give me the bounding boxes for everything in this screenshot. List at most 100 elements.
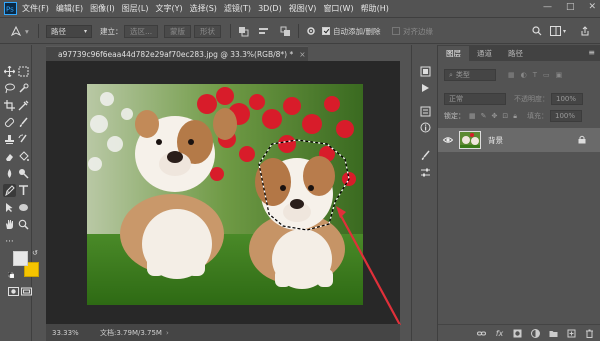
menu-help[interactable]: 帮助(H): [361, 3, 389, 14]
auto-add-delete-checkbox[interactable]: 自动添加/删除: [322, 24, 381, 38]
ps-logo-icon[interactable]: Ps: [3, 2, 17, 15]
play-actions-icon[interactable]: [419, 81, 432, 94]
new-group-icon[interactable]: [549, 329, 558, 338]
swap-colors-icon[interactable]: ↺: [32, 249, 39, 257]
path-selection-tool-icon[interactable]: [3, 201, 16, 214]
new-layer-icon[interactable]: [567, 329, 576, 338]
move-tool-icon[interactable]: [3, 65, 16, 78]
brush-tool-icon[interactable]: [17, 116, 30, 129]
history-brush-tool-icon[interactable]: [17, 133, 30, 146]
tab-paths[interactable]: 路径: [500, 46, 531, 61]
link-layers-icon[interactable]: [477, 329, 486, 338]
delete-layer-icon[interactable]: [585, 329, 594, 338]
photoshop-window: Ps 文件(F) 编辑(E) 图像(I) 图层(L) 文字(Y) 选择(S) 滤…: [0, 0, 600, 341]
layer-kind-filter[interactable]: ⌕ 类型: [444, 69, 496, 81]
path-alignment-icon[interactable]: [258, 24, 269, 38]
workspace-icon[interactable]: ▾: [550, 24, 566, 38]
align-edges-checkbox[interactable]: 对齐边缘: [392, 24, 433, 38]
checkbox-unchecked-icon: [392, 27, 400, 35]
eraser-tool-icon[interactable]: [3, 150, 16, 163]
document-tab-title: a97739c96f6eaa44d782e29af70ec283.jpg @ 3…: [58, 49, 294, 59]
pen-tool-preset[interactable]: ▾: [10, 24, 29, 38]
lasso-tool-icon[interactable]: [3, 82, 16, 95]
zoom-tool-icon[interactable]: [17, 218, 30, 231]
eye-icon[interactable]: [442, 135, 454, 145]
canvas-image[interactable]: [87, 84, 363, 305]
layer-style-icon[interactable]: fx: [495, 329, 504, 338]
opacity-field[interactable]: 100%: [551, 93, 583, 105]
lock-all-icon[interactable]: 🔒︎: [513, 112, 517, 121]
search-icon[interactable]: [532, 24, 542, 38]
gear-icon[interactable]: [306, 24, 316, 38]
make-shape-button[interactable]: 形状: [194, 24, 221, 38]
properties-panel-icon[interactable]: [419, 105, 432, 118]
path-operations-icon[interactable]: [238, 24, 249, 38]
layer-row-background[interactable]: 背景: [438, 128, 600, 152]
paint-bucket-tool-icon[interactable]: [17, 150, 30, 163]
divider: [230, 24, 231, 38]
menu-image[interactable]: 图像(I): [90, 3, 115, 14]
tab-channels[interactable]: 通道: [469, 46, 500, 61]
chevron-right-icon[interactable]: ›: [166, 329, 169, 337]
blend-mode-select[interactable]: 正常: [444, 93, 506, 105]
divider: [38, 24, 39, 38]
tab-layers[interactable]: 图层: [438, 46, 469, 61]
menu-type[interactable]: 文字(Y): [155, 3, 182, 14]
close-tab-icon[interactable]: ×: [299, 50, 305, 59]
add-mask-icon[interactable]: [513, 329, 522, 338]
fill-field[interactable]: 100%: [549, 110, 582, 122]
menu-file[interactable]: 文件(F): [22, 3, 49, 14]
filter-smart-icon[interactable]: ▣: [556, 71, 563, 79]
share-icon[interactable]: [580, 24, 590, 38]
adjustment-layer-icon[interactable]: [531, 328, 540, 338]
healing-brush-tool-icon[interactable]: [3, 116, 16, 129]
blur-tool-icon[interactable]: [3, 167, 16, 180]
document-tab[interactable]: a97739c96f6eaa44d782e29af70ec283.jpg @ 3…: [46, 46, 308, 61]
hand-tool-icon[interactable]: [3, 218, 16, 231]
dodge-tool-icon[interactable]: [17, 167, 30, 180]
lock-pixels-icon[interactable]: ✎: [481, 112, 487, 120]
marquee-tool-icon[interactable]: [17, 65, 30, 78]
path-arrangement-icon[interactable]: [280, 24, 291, 38]
make-mask-button[interactable]: 蒙版: [164, 24, 191, 38]
screen-mode-icon[interactable]: [20, 285, 33, 298]
clone-stamp-tool-icon[interactable]: [3, 133, 16, 146]
ellipse-tool-icon[interactable]: [17, 201, 30, 214]
layer-name[interactable]: 背景: [488, 135, 503, 146]
maximize-icon[interactable]: □: [566, 2, 575, 12]
pen-tool-icon[interactable]: [3, 184, 16, 197]
history-panel-icon[interactable]: [419, 65, 432, 78]
zoom-level[interactable]: 33.33%: [52, 329, 92, 337]
foreground-color-swatch[interactable]: [13, 251, 28, 266]
lock-position-icon[interactable]: ✥: [492, 112, 498, 120]
filter-pixel-icon[interactable]: ▦: [508, 71, 515, 79]
close-window-icon[interactable]: ✕: [588, 2, 596, 12]
more-tools-icon[interactable]: ···: [3, 235, 16, 248]
brush-settings-icon[interactable]: [419, 149, 432, 162]
filter-type-icon[interactable]: T: [533, 71, 537, 79]
menu-view[interactable]: 视图(V): [289, 3, 317, 14]
menu-select[interactable]: 选择(S): [190, 3, 217, 14]
quick-select-tool-icon[interactable]: [17, 82, 30, 95]
filter-adjust-icon[interactable]: ◐: [521, 71, 527, 79]
lock-transparent-icon[interactable]: ▦: [469, 112, 476, 120]
type-tool-icon[interactable]: [17, 184, 30, 197]
menu-layer[interactable]: 图层(L): [122, 3, 149, 14]
menu-filter[interactable]: 滤镜(T): [224, 3, 251, 14]
lock-artboard-icon[interactable]: ⊡: [502, 112, 508, 120]
pen-mode-select[interactable]: 路径 ▾: [46, 24, 92, 38]
crop-tool-icon[interactable]: [3, 99, 16, 112]
menu-3d[interactable]: 3D(D): [258, 4, 282, 13]
layer-thumbnail: [459, 131, 481, 149]
adjustments-icon[interactable]: [419, 166, 432, 179]
menu-edit[interactable]: 编辑(E): [56, 3, 83, 14]
minimize-icon[interactable]: —: [543, 2, 552, 12]
default-colors-icon[interactable]: [7, 271, 15, 279]
quick-mask-icon[interactable]: [7, 285, 20, 298]
filter-shape-icon[interactable]: ▭: [543, 71, 550, 79]
eyedropper-tool-icon[interactable]: [17, 99, 30, 112]
info-panel-icon[interactable]: [419, 121, 432, 134]
make-selection-button[interactable]: 选区...: [124, 24, 159, 38]
menu-window[interactable]: 窗口(W): [323, 3, 353, 14]
panel-menu-icon[interactable]: ≡: [588, 48, 595, 57]
